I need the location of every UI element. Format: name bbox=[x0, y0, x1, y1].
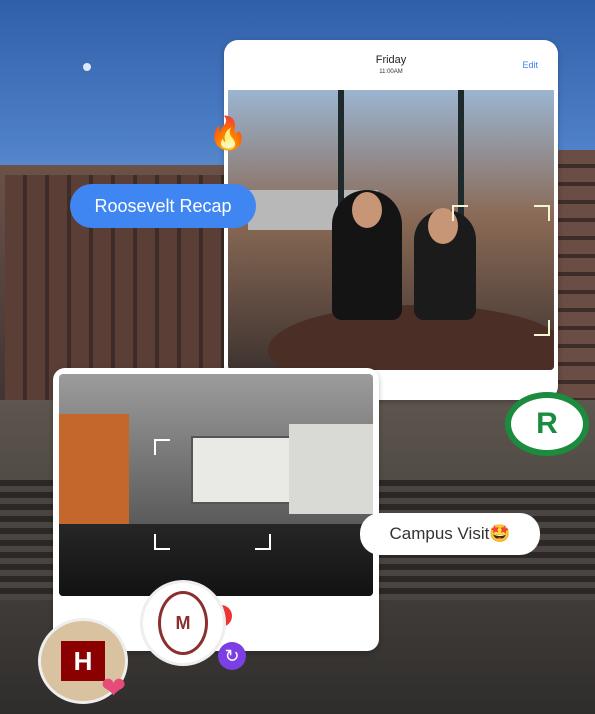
fire-emoji: 🔥 bbox=[208, 115, 248, 151]
edit-button[interactable]: Edit bbox=[522, 60, 538, 70]
roosevelt-logo: R bbox=[505, 392, 589, 456]
card-day: Friday bbox=[375, 54, 407, 66]
university-seal: M bbox=[140, 580, 226, 666]
focus-corner bbox=[154, 534, 170, 550]
card-time: 11:00AM bbox=[379, 69, 403, 75]
campus-visit-sticker[interactable]: Campus Visit🤩 bbox=[360, 513, 540, 555]
photo-cafeteria bbox=[228, 90, 554, 370]
photo-classroom bbox=[59, 374, 373, 596]
focus-corner bbox=[255, 534, 271, 550]
face bbox=[352, 192, 382, 228]
building-right bbox=[555, 150, 595, 400]
moon bbox=[83, 63, 91, 71]
whiteboard bbox=[289, 424, 373, 514]
focus-corner bbox=[452, 205, 468, 221]
story-canvas: Friday 11:00AM Edit 🔥 Roosevelt Recap R bbox=[0, 0, 595, 714]
refresh-icon[interactable]: ↻ bbox=[218, 642, 246, 670]
focus-corner bbox=[154, 439, 170, 455]
projector-screen bbox=[191, 436, 291, 504]
orange-wall bbox=[59, 414, 129, 524]
table bbox=[268, 305, 554, 370]
h-emblem: H bbox=[61, 641, 105, 681]
heart-icon: ❤ bbox=[101, 672, 127, 705]
photo-card-top[interactable]: Friday 11:00AM Edit bbox=[224, 40, 558, 400]
seal-emblem: M bbox=[158, 591, 208, 655]
focus-corner bbox=[534, 320, 550, 336]
focus-corner bbox=[534, 205, 550, 221]
audience bbox=[59, 524, 373, 596]
roosevelt-recap-sticker[interactable]: Roosevelt Recap bbox=[70, 184, 256, 228]
